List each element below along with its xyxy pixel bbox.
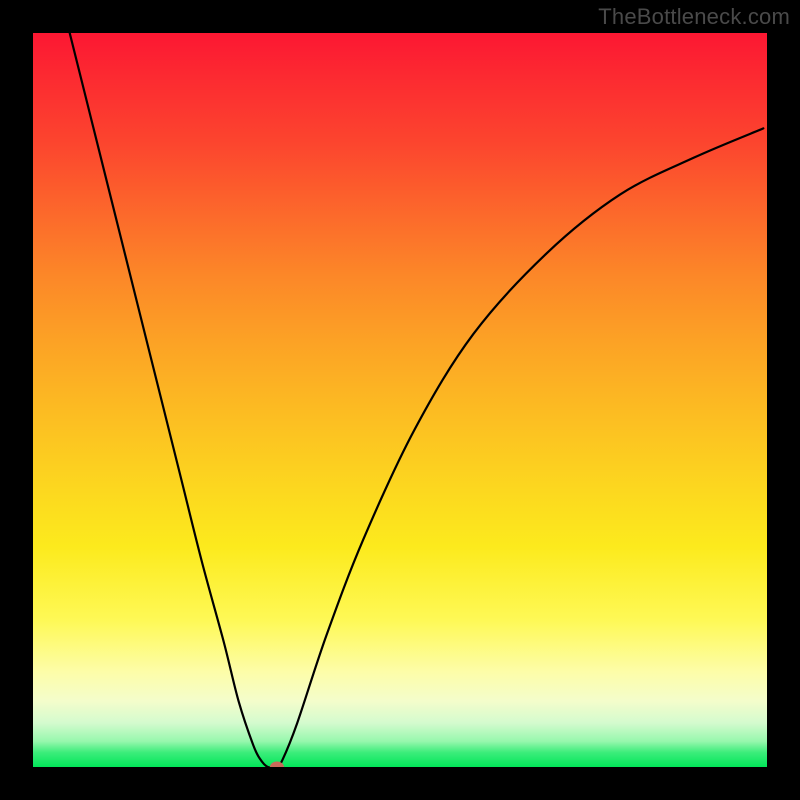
watermark-text: TheBottleneck.com bbox=[598, 4, 790, 30]
chart-frame: TheBottleneck.com bbox=[0, 0, 800, 800]
bottleneck-curve bbox=[33, 33, 767, 767]
curve-path bbox=[70, 33, 764, 767]
optimum-marker bbox=[270, 762, 284, 768]
plot-area bbox=[33, 33, 767, 767]
